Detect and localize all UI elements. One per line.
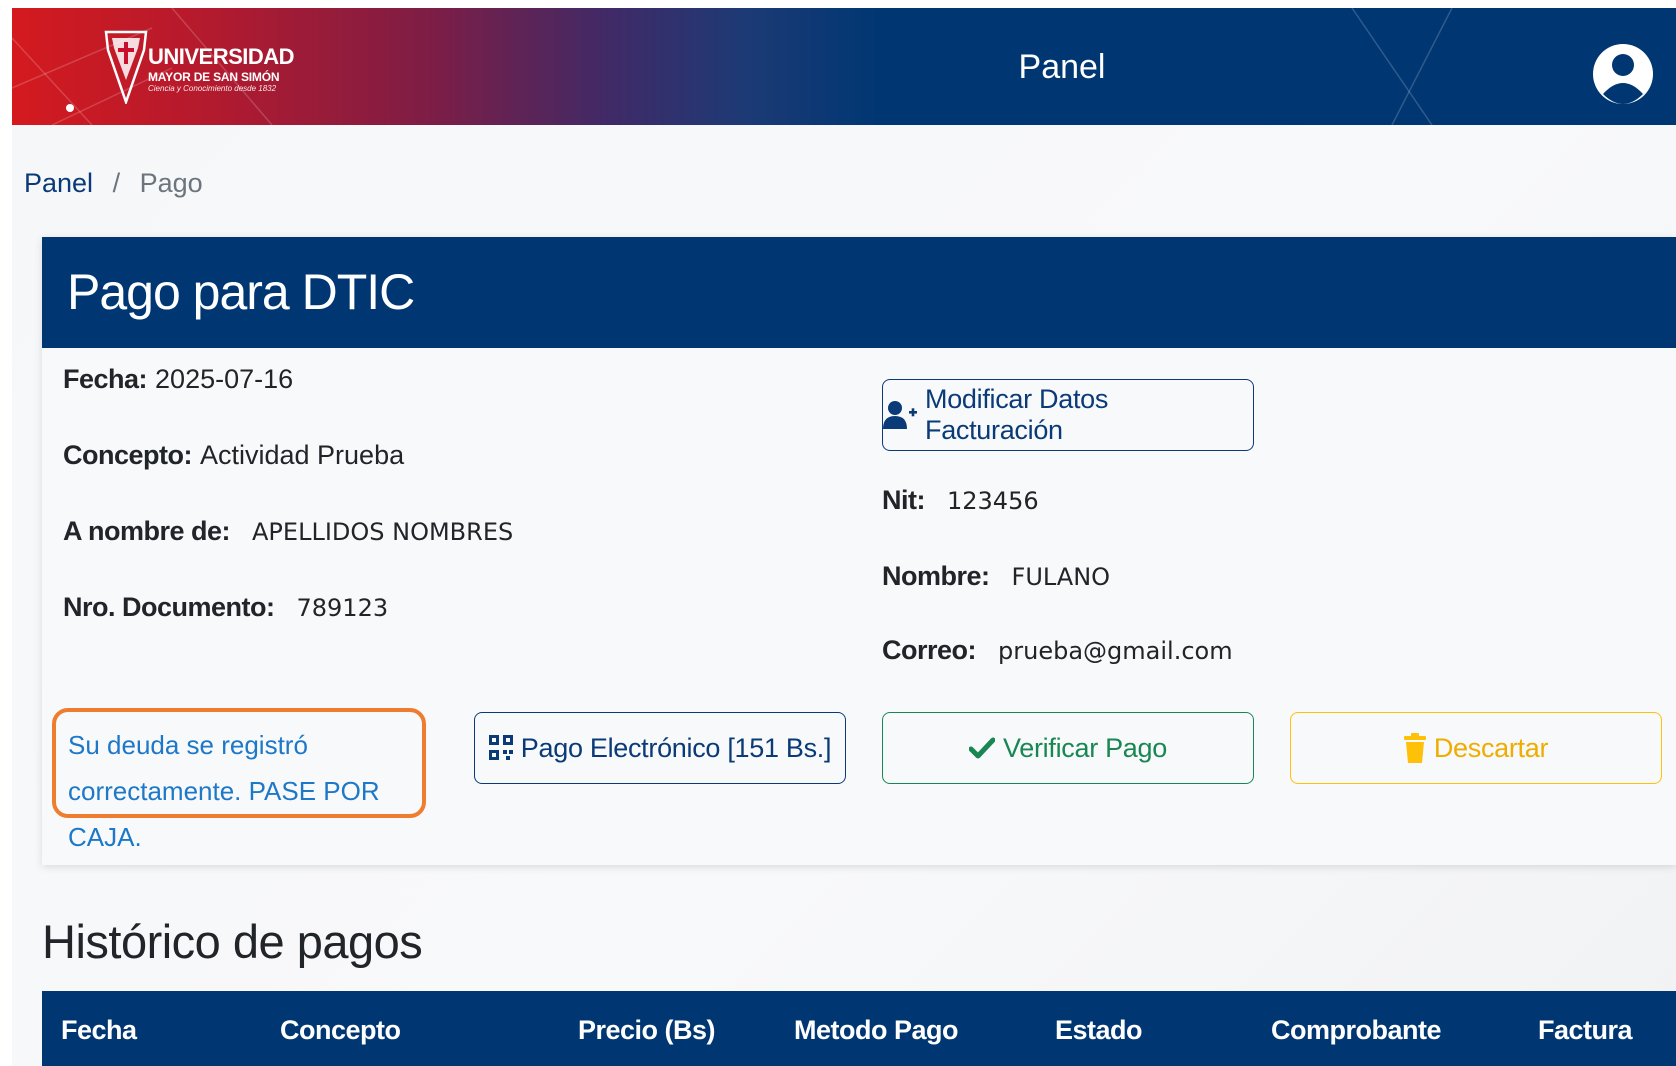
header-title: Panel <box>1018 48 1106 86</box>
user-plus-icon <box>883 401 917 429</box>
debt-registered-message: Su deuda se registró correctamente. PASE… <box>52 708 426 852</box>
field-correo-label: Correo: <box>882 635 977 665</box>
verify-payment-label: Verificar Pago <box>1003 732 1167 763</box>
verify-payment-button[interactable]: Verificar Pago <box>882 712 1254 784</box>
field-fecha: Fecha: 2025-07-16 <box>63 364 293 395</box>
field-nit-label: Nit: <box>882 485 925 515</box>
field-concepto-value: Actividad Prueba <box>199 440 405 470</box>
field-nro-documento-label: Nro. Documento: <box>63 592 275 622</box>
electronic-payment-label: Pago Electrónico [151 Bs.] <box>520 732 832 763</box>
logo-line-motto: Ciencia y Conocimiento desde 1832 <box>148 84 277 93</box>
qr-code-icon <box>488 735 513 760</box>
field-fecha-value: 2025-07-16 <box>155 364 294 394</box>
electronic-payment-button[interactable]: Pago Electrónico [151 Bs.] <box>474 712 846 784</box>
field-correo-value: prueba@gmail.com <box>998 637 1233 665</box>
column-header-factura: Factura <box>1538 1015 1633 1045</box>
column-header-comprobante: Comprobante <box>1271 1015 1442 1045</box>
column-header-estado: Estado <box>1055 1015 1143 1045</box>
column-header-precio: Precio (Bs) <box>578 1015 716 1045</box>
breadcrumb-current-page: Pago <box>139 168 203 198</box>
field-fecha-label: Fecha: <box>63 364 148 394</box>
history-table-header: Fecha Concepto Precio (Bs) Metodo Pago E… <box>42 991 1676 1066</box>
breadcrumb: Panel / Pago <box>24 168 203 199</box>
trash-icon <box>1403 733 1426 763</box>
field-nombre: Nombre: FULANO <box>882 561 1110 592</box>
logo-line-name: MAYOR DE SAN SIMÓN <box>148 70 280 84</box>
discard-button[interactable]: Descartar <box>1290 712 1662 784</box>
field-concepto: Concepto: Actividad Prueba <box>63 440 404 471</box>
top-navbar: UNIVERSIDAD MAYOR DE SAN SIMÓN Ciencia y… <box>12 8 1676 125</box>
column-header-concepto: Concepto <box>280 1015 401 1045</box>
check-icon <box>969 737 996 759</box>
field-nro-documento: Nro. Documento: 789123 <box>63 592 388 623</box>
history-title: Histórico de pagos <box>42 915 423 968</box>
university-logo[interactable]: UNIVERSIDAD MAYOR DE SAN SIMÓN Ciencia y… <box>92 26 295 114</box>
university-shield-icon <box>104 30 148 104</box>
field-a-nombre-de-label: A nombre de: <box>63 516 231 546</box>
field-concepto-label: Concepto: <box>63 440 192 470</box>
modify-billing-button[interactable]: Modificar Datos Facturación <box>882 379 1254 451</box>
payment-card-title: Pago para DTIC <box>67 264 415 320</box>
field-a-nombre-de-value: APELLIDOS NOMBRES <box>252 518 514 546</box>
modify-billing-label: Modificar Datos Facturación <box>925 384 1109 445</box>
payment-card-header: Pago para DTIC <box>42 237 1676 348</box>
discard-label: Descartar <box>1433 732 1549 763</box>
logo-line-university: UNIVERSIDAD <box>148 44 295 69</box>
breadcrumb-separator: / <box>112 168 121 198</box>
field-correo: Correo: prueba@gmail.com <box>882 635 1233 666</box>
field-nit: Nit: 123456 <box>882 485 1039 516</box>
column-header-fecha: Fecha <box>61 1015 137 1045</box>
column-header-metodo-pago: Metodo Pago <box>794 1015 959 1045</box>
user-circle-icon[interactable] <box>1590 34 1656 114</box>
field-a-nombre-de: A nombre de: APELLIDOS NOMBRES <box>63 516 513 547</box>
field-nombre-label: Nombre: <box>882 561 990 591</box>
field-nombre-value: FULANO <box>1011 563 1111 591</box>
field-nit-value: 123456 <box>946 487 1039 515</box>
breadcrumb-panel-link[interactable]: Panel <box>24 168 93 198</box>
field-nro-documento-value: 789123 <box>296 594 389 622</box>
